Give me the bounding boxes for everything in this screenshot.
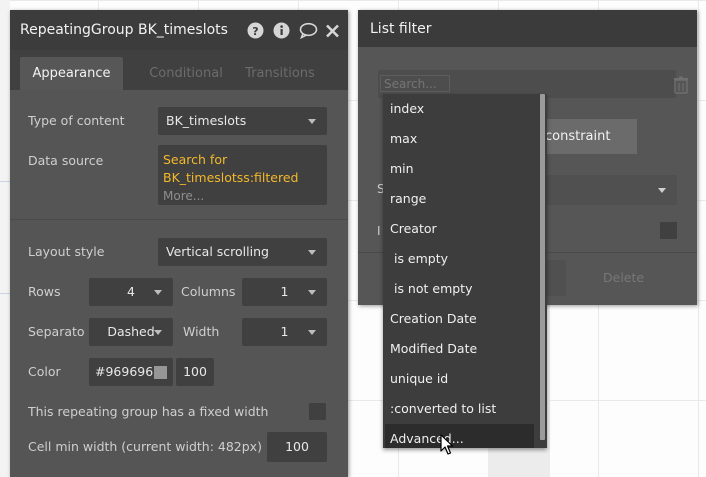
columns-value: 1 <box>280 284 289 299</box>
menu-item-max[interactable]: max <box>385 124 534 154</box>
menu-scrollbar-track[interactable] <box>537 94 547 448</box>
menu-item-is-not-empty[interactable]: is not empty <box>385 274 534 304</box>
search-input[interactable] <box>380 75 450 92</box>
width-value: 1 <box>280 324 289 339</box>
menu-item-is-empty[interactable]: is empty <box>385 244 534 274</box>
chevron-down-icon <box>308 290 316 295</box>
chevron-down-icon <box>308 250 316 255</box>
layout-style-label: Layout style <box>28 244 105 259</box>
menu-item-converted-to-list[interactable]: :converted to list <box>385 394 534 424</box>
data-source-label: Data source <box>28 153 104 168</box>
list-filter-header: List filter <box>358 10 697 47</box>
color-hex-value: #969696 <box>95 364 154 379</box>
obscured-label: I <box>377 224 381 238</box>
rows-label: Rows <box>28 284 61 299</box>
info-icon[interactable] <box>273 22 290 39</box>
chevron-down-icon <box>154 330 162 335</box>
help-icon[interactable]: ? <box>247 22 264 39</box>
header-icons: ? <box>247 22 342 40</box>
comment-icon[interactable] <box>299 22 318 40</box>
panel-header: RepeatingGroup BK_timeslots ? <box>10 10 348 50</box>
add-constraint-button[interactable]: constraint <box>536 119 637 154</box>
menu-scrollbar-thumb[interactable] <box>540 94 545 440</box>
type-of-content-value: BK_timeslots <box>166 113 247 128</box>
type-of-content-dropdown[interactable]: BK_timeslots <box>158 107 327 135</box>
filter-option-dropdown[interactable] <box>536 175 677 205</box>
color-opacity-value: 100 <box>183 364 207 379</box>
rows-value: 4 <box>127 284 135 299</box>
separator-value: Dashed <box>107 324 155 339</box>
separator-label: Separato <box>28 324 85 339</box>
chevron-down-icon <box>308 330 316 335</box>
svg-text:?: ? <box>252 25 258 38</box>
layout-style-dropdown[interactable]: Vertical scrolling <box>158 238 327 266</box>
mouse-cursor-icon <box>440 434 454 456</box>
menu-item-index[interactable]: index <box>385 94 534 124</box>
data-source-expression[interactable]: Search for BK_timeslotss:filtered More..… <box>158 145 327 205</box>
color-swatch[interactable] <box>154 366 167 379</box>
tab-appearance[interactable]: Appearance <box>20 57 123 90</box>
filter-checkbox[interactable] <box>660 222 677 239</box>
section-divider <box>10 219 348 220</box>
canvas-edge <box>0 0 10 477</box>
tab-conditional[interactable]: Conditional <box>138 57 234 90</box>
menu-item-range[interactable]: range <box>385 184 534 214</box>
menu-item-unique-id[interactable]: unique id <box>385 364 534 394</box>
menu-item-creation-date[interactable]: Creation Date <box>385 304 534 334</box>
canvas-guide <box>0 181 10 182</box>
chevron-down-icon <box>154 290 162 295</box>
cell-min-width-field[interactable]: 100 <box>267 432 327 462</box>
data-source-value[interactable]: Search for BK_timeslotss:filtered <box>163 151 322 187</box>
color-opacity-field[interactable]: 100 <box>176 358 214 386</box>
fixed-width-checkbox[interactable] <box>309 403 326 420</box>
close-icon[interactable] <box>325 22 342 39</box>
width-label: Width <box>183 324 220 339</box>
data-source-more-link[interactable]: More... <box>163 187 322 205</box>
columns-label: Columns <box>181 284 236 299</box>
expression-operator-menu: index max min range Creator is empty is … <box>383 94 547 448</box>
type-of-content-label: Type of content <box>28 113 125 128</box>
trash-icon[interactable] <box>673 76 689 94</box>
property-editor-panel: RepeatingGroup BK_timeslots ? Appearance… <box>10 10 348 477</box>
add-constraint-label: constraint <box>545 129 611 144</box>
cell-min-width-label: Cell min width (current width: 482px) <box>28 439 262 454</box>
fixed-width-label: This repeating group has a fixed width <box>28 404 269 419</box>
cell-min-width-value: 100 <box>285 439 309 454</box>
menu-item-min[interactable]: min <box>385 154 534 184</box>
canvas-guide <box>0 293 10 294</box>
chevron-down-icon <box>658 188 666 193</box>
menu-item-modified-date[interactable]: Modified Date <box>385 334 534 364</box>
color-label: Color <box>28 364 61 379</box>
chevron-down-icon <box>308 119 316 124</box>
width-dropdown[interactable]: 1 <box>242 318 327 346</box>
menu-item-advanced[interactable]: Advanced... <box>385 424 534 448</box>
layout-style-value: Vertical scrolling <box>166 244 269 259</box>
rows-dropdown[interactable]: 4 <box>89 278 173 306</box>
tab-transitions[interactable]: Transitions <box>240 57 320 90</box>
separator-dropdown[interactable]: Dashed <box>89 318 173 346</box>
columns-dropdown[interactable]: 1 <box>242 278 327 306</box>
list-filter-title: List filter <box>370 20 432 37</box>
panel-tabs: Appearance Conditional Transitions <box>10 50 348 90</box>
menu-item-creator[interactable]: Creator <box>385 214 534 244</box>
delete-button[interactable]: Delete <box>603 270 644 285</box>
panel-title: RepeatingGroup BK_timeslots <box>20 22 228 38</box>
